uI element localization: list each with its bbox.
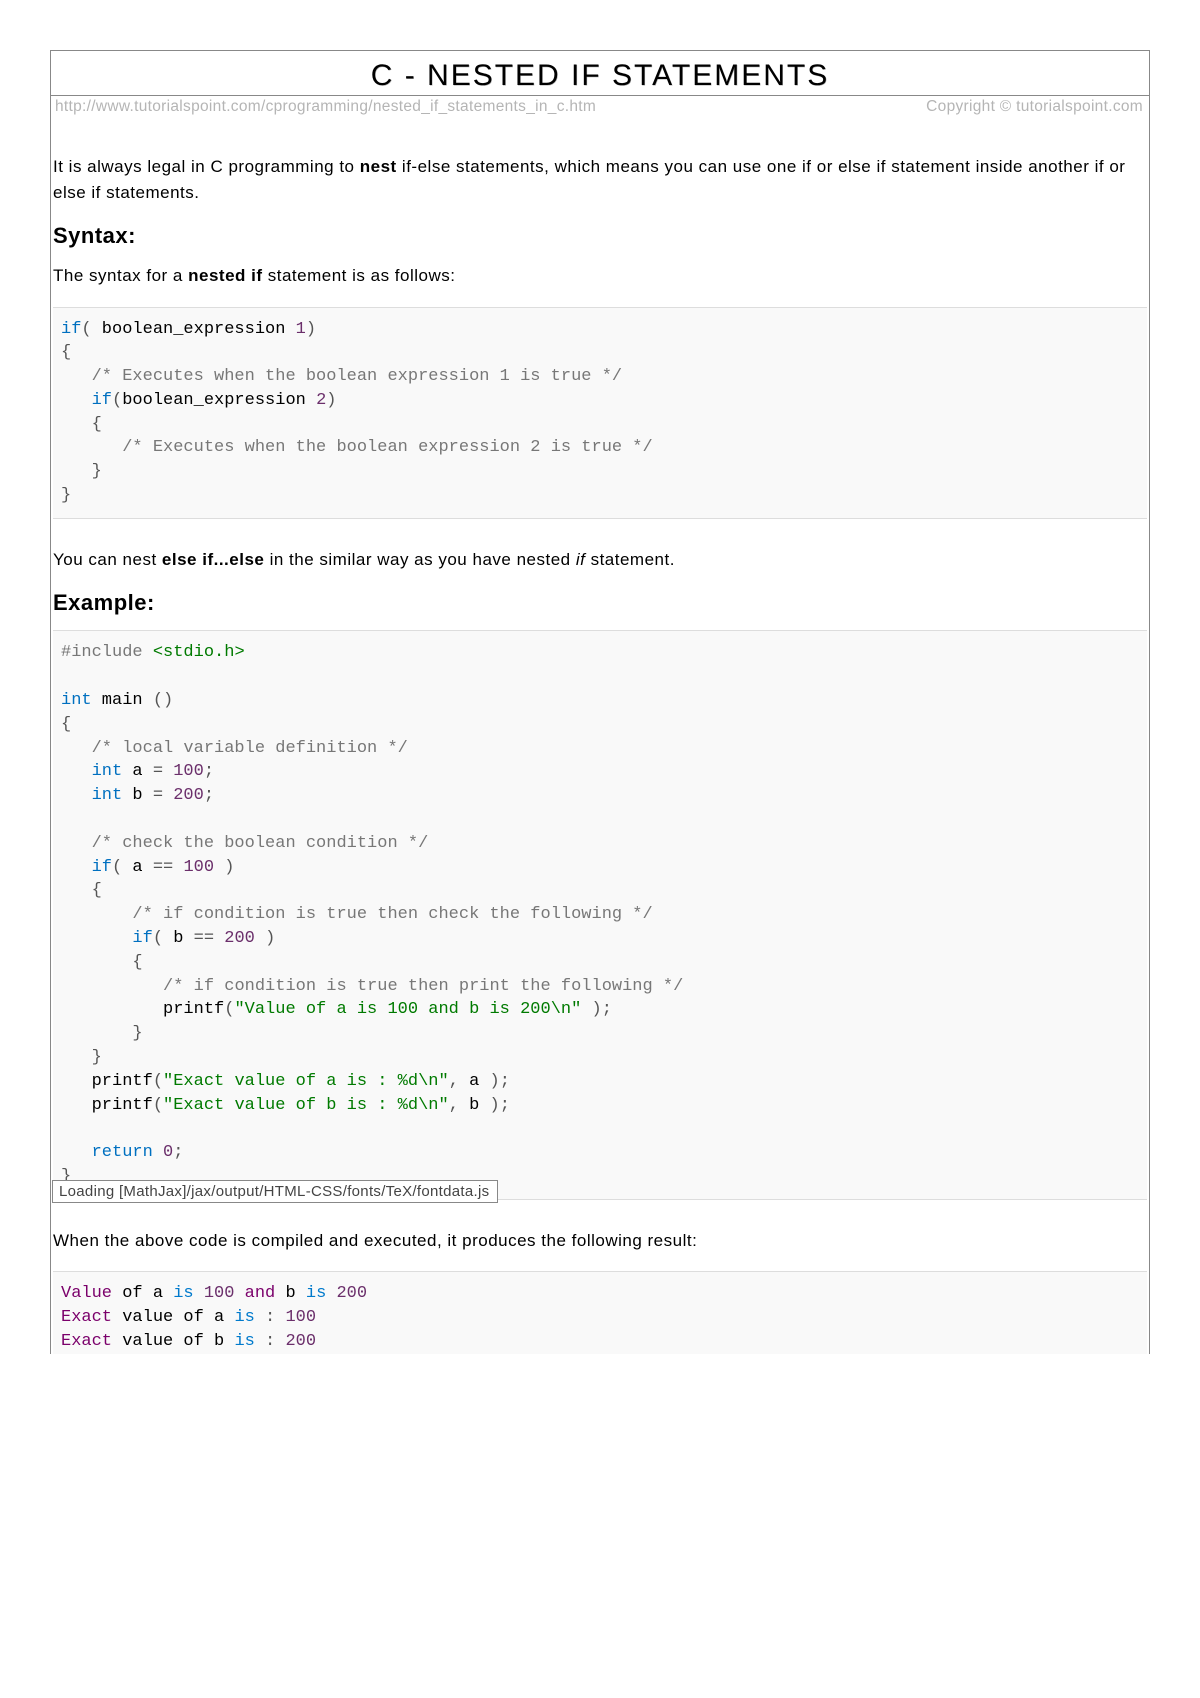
nest-else-paragraph: You can nest else if...else in the simil… (53, 547, 1147, 573)
nest-else-mid: in the similar way as you have nested (264, 550, 575, 569)
copyright-text: Copyright © tutorialspoint.com (926, 98, 1143, 116)
example-code-block: #include <stdio.h> int main () { /* loca… (53, 630, 1147, 1199)
syntax-lead-bold: nested if (188, 266, 262, 285)
nest-else-italic: if (576, 550, 586, 569)
content-area: It is always legal in C programming to n… (51, 122, 1149, 1354)
page-title: C - NESTED IF STATEMENTS (51, 59, 1149, 93)
mathjax-loading-status: Loading [MathJax]/jax/output/HTML-CSS/fo… (52, 1180, 498, 1203)
nest-else-post: statement. (585, 550, 675, 569)
document-frame: C - NESTED IF STATEMENTS http://www.tuto… (50, 50, 1150, 1354)
intro-text-bold: nest (360, 157, 397, 176)
nest-else-pre: You can nest (53, 550, 162, 569)
intro-text-pre: It is always legal in C programming to (53, 157, 360, 176)
syntax-lead-post: statement is as follows: (263, 266, 456, 285)
nest-else-bold: else if...else (162, 550, 264, 569)
intro-paragraph: It is always legal in C programming to n… (53, 154, 1147, 205)
example-heading: Example: (53, 590, 1147, 616)
source-url: http://www.tutorialspoint.com/cprogrammi… (55, 98, 596, 116)
result-lead-paragraph: When the above code is compiled and exec… (53, 1228, 1147, 1254)
syntax-code-block: if( boolean_expression 1) { /* Executes … (53, 307, 1147, 519)
syntax-lead-pre: The syntax for a (53, 266, 188, 285)
syntax-heading: Syntax: (53, 223, 1147, 249)
output-code-block: Value of a is 100 and b is 200 Exact val… (53, 1271, 1147, 1353)
syntax-lead-paragraph: The syntax for a nested if statement is … (53, 263, 1147, 289)
meta-row: http://www.tutorialspoint.com/cprogrammi… (51, 95, 1149, 122)
